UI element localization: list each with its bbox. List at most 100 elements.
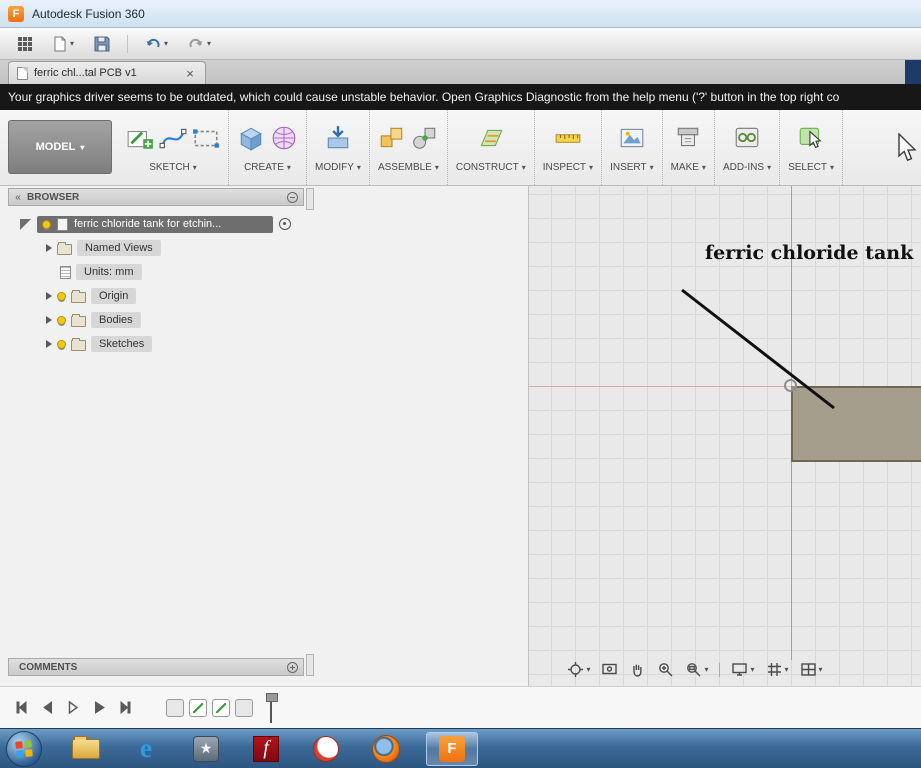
joint-icon[interactable] bbox=[411, 124, 439, 152]
start-button[interactable] bbox=[6, 731, 42, 767]
undo-button[interactable] bbox=[142, 32, 171, 56]
tree-item-units[interactable]: Units: mm bbox=[8, 260, 308, 284]
taskbar-firefox[interactable] bbox=[370, 733, 402, 765]
insert-image-icon[interactable] bbox=[618, 124, 646, 152]
tree-item-sketches[interactable]: Sketches bbox=[8, 332, 308, 356]
step-forward-button[interactable] bbox=[62, 697, 84, 719]
expander-icon[interactable] bbox=[46, 244, 52, 252]
viewports-button[interactable] bbox=[800, 661, 823, 678]
tree-item-label: Sketches bbox=[91, 336, 152, 352]
active-component-icon bbox=[20, 219, 31, 230]
spline-icon[interactable] bbox=[159, 124, 187, 152]
ribbon-toolbar: MODEL SKETCH CREATE MODIFY bbox=[0, 110, 921, 186]
timeline-sketch-icon[interactable] bbox=[189, 699, 207, 717]
comments-panel-header[interactable]: COMMENTS bbox=[8, 658, 304, 676]
firefox-icon bbox=[372, 735, 400, 763]
tree-item-label: Origin bbox=[91, 288, 136, 304]
insert-menu[interactable]: INSERT bbox=[610, 162, 654, 173]
make-3dprint-icon[interactable] bbox=[674, 124, 702, 152]
tank-body-rectangle[interactable] bbox=[791, 386, 921, 462]
document-tab[interactable]: ferric chl...tal PCB v1 bbox=[8, 61, 206, 84]
canvas-nav-toolbar bbox=[529, 661, 861, 678]
taskbar-windows-explorer[interactable] bbox=[70, 733, 102, 765]
orbit-button[interactable] bbox=[567, 661, 590, 678]
create-sketch-icon[interactable] bbox=[126, 124, 154, 152]
create-form-icon[interactable] bbox=[270, 124, 298, 152]
title-bar: Autodesk Fusion 360 bbox=[0, 0, 921, 28]
sketch-menu[interactable]: SKETCH bbox=[149, 162, 197, 173]
taskbar-red-circle-app[interactable] bbox=[310, 733, 342, 765]
sketch-text-annotation[interactable]: ferric chloride tank bbox=[705, 242, 913, 264]
tab-close-icon[interactable] bbox=[183, 66, 197, 81]
folder-icon bbox=[71, 292, 86, 303]
save-button[interactable] bbox=[91, 32, 113, 56]
step-back-button[interactable] bbox=[36, 697, 58, 719]
visibility-bulb-icon[interactable] bbox=[57, 316, 66, 325]
timeline-sketch-icon[interactable] bbox=[212, 699, 230, 717]
select-menu[interactable]: SELECT bbox=[788, 162, 834, 173]
tree-item-bodies[interactable]: Bodies bbox=[8, 308, 308, 332]
browser-tree: ferric chloride tank for etchin... Named… bbox=[8, 212, 308, 356]
pan-button[interactable] bbox=[629, 661, 646, 678]
measure-icon[interactable] bbox=[554, 124, 582, 152]
press-pull-icon[interactable] bbox=[324, 124, 352, 152]
browser-panel-handle[interactable] bbox=[306, 188, 314, 210]
go-to-start-button[interactable] bbox=[10, 697, 32, 719]
timeline-position-marker[interactable] bbox=[266, 693, 276, 723]
browser-minimize-icon[interactable] bbox=[287, 192, 298, 203]
assemble-menu[interactable]: ASSEMBLE bbox=[378, 162, 439, 173]
addins-icon[interactable] bbox=[733, 124, 761, 152]
file-menu-button[interactable] bbox=[50, 32, 77, 56]
comments-expand-icon[interactable] bbox=[287, 662, 298, 673]
insert-caret-icon bbox=[650, 163, 654, 172]
taskbar-internet-explorer[interactable] bbox=[130, 733, 162, 765]
inspect-menu[interactable]: INSPECT bbox=[543, 162, 593, 173]
create-menu[interactable]: CREATE bbox=[244, 162, 291, 173]
taskbar-gallery-app[interactable] bbox=[190, 733, 222, 765]
activate-component-radio[interactable] bbox=[279, 218, 291, 230]
construct-menu[interactable]: CONSTRUCT bbox=[456, 162, 526, 173]
visibility-bulb-icon[interactable] bbox=[57, 292, 66, 301]
undo-icon bbox=[145, 36, 161, 51]
tree-item-origin[interactable]: Origin bbox=[8, 284, 308, 308]
visibility-bulb-icon[interactable] bbox=[42, 220, 51, 229]
display-settings-button[interactable] bbox=[731, 661, 754, 678]
graphics-warning-banner: Your graphics driver seems to be outdate… bbox=[0, 84, 921, 110]
app-grid-button[interactable] bbox=[14, 32, 36, 56]
collapse-panel-icon[interactable] bbox=[9, 192, 27, 203]
construction-plane-icon[interactable] bbox=[477, 124, 505, 152]
tree-item-named-views[interactable]: Named Views bbox=[8, 236, 308, 260]
comments-panel-handle[interactable] bbox=[306, 654, 314, 676]
taskbar-adobe-flash[interactable] bbox=[250, 733, 282, 765]
redo-button[interactable] bbox=[185, 32, 214, 56]
go-to-end-button[interactable] bbox=[114, 697, 136, 719]
modify-menu[interactable]: MODIFY bbox=[315, 162, 361, 173]
expander-icon[interactable] bbox=[46, 292, 52, 300]
new-component-icon[interactable] bbox=[378, 124, 406, 152]
select-tool-icon[interactable] bbox=[797, 124, 825, 152]
expander-icon[interactable] bbox=[46, 340, 52, 348]
fit-zoom-button[interactable] bbox=[685, 661, 708, 678]
workspace-selector[interactable]: MODEL bbox=[8, 120, 112, 174]
timeline-feature-icon[interactable] bbox=[235, 699, 253, 717]
extrude-icon[interactable] bbox=[237, 124, 265, 152]
zoom-button[interactable] bbox=[657, 661, 674, 678]
browser-panel-header[interactable]: BROWSER bbox=[8, 188, 304, 206]
main-area: ferric chloride tank BROWSER bbox=[0, 186, 921, 686]
visibility-bulb-icon[interactable] bbox=[57, 340, 66, 349]
taskbar-fusion360-active[interactable] bbox=[426, 732, 478, 766]
timeline-feature-icon[interactable] bbox=[166, 699, 184, 717]
addins-menu[interactable]: ADD-INS bbox=[723, 162, 771, 173]
viewport-canvas[interactable]: ferric chloride tank bbox=[528, 186, 921, 686]
grid-settings-button[interactable] bbox=[766, 661, 789, 678]
ribbon-group-sketch: SKETCH bbox=[118, 110, 229, 185]
rectangle-tool-icon[interactable] bbox=[192, 124, 220, 152]
ribbon-group-insert: INSERT bbox=[602, 110, 663, 185]
play-button[interactable] bbox=[88, 697, 110, 719]
tree-root-component[interactable]: ferric chloride tank for etchin... bbox=[8, 212, 308, 236]
grid-caret-icon bbox=[785, 665, 789, 674]
expander-icon[interactable] bbox=[46, 316, 52, 324]
make-menu[interactable]: MAKE bbox=[671, 162, 706, 173]
folder-icon bbox=[71, 316, 86, 327]
look-at-button[interactable] bbox=[601, 661, 618, 678]
